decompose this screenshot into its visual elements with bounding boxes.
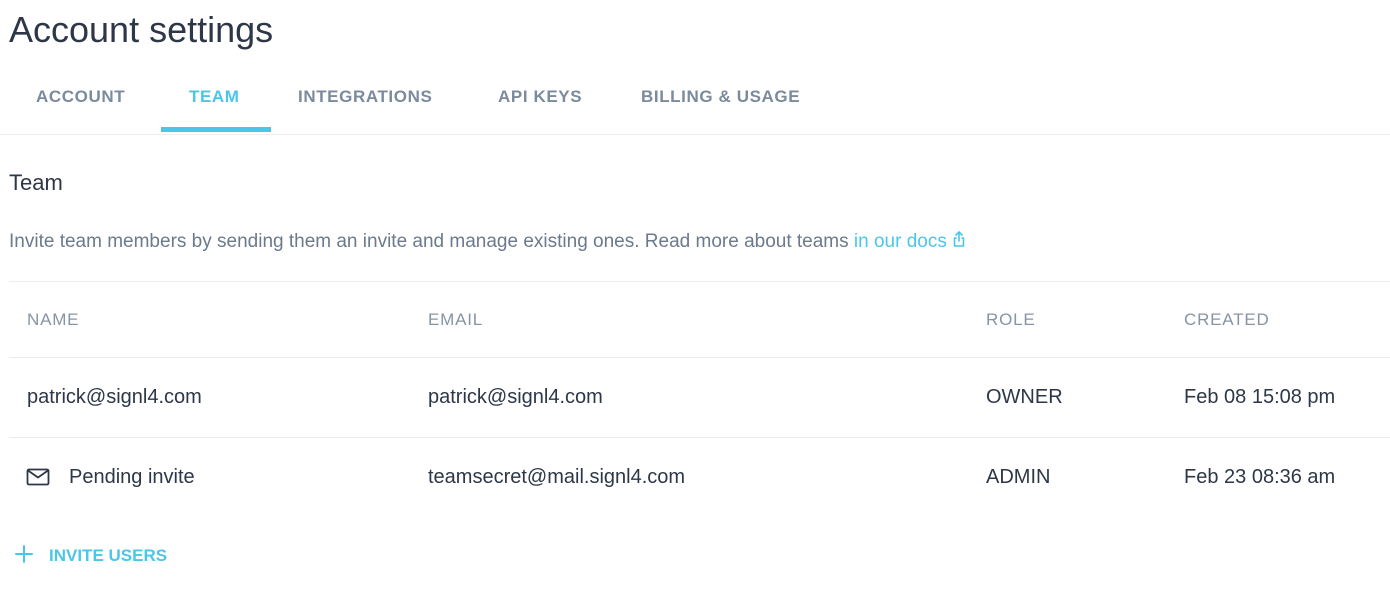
column-header-name[interactable]: NAME <box>27 310 79 330</box>
member-name: Pending invite <box>69 466 195 488</box>
member-email: teamsecret@mail.signl4.com <box>428 466 686 488</box>
table-divider <box>9 357 1390 358</box>
settings-tabs: ACCOUNT TEAM INTEGRATIONS API KEYS BILLI… <box>0 60 1390 135</box>
mail-icon <box>26 468 50 491</box>
member-role: ADMIN <box>986 466 1051 488</box>
tab-account[interactable]: ACCOUNT <box>36 60 125 134</box>
member-name: patrick@signl4.com <box>27 386 202 408</box>
table-divider <box>9 437 1390 438</box>
active-tab-indicator <box>161 127 271 132</box>
member-created: Feb 08 15:08 pm <box>1184 386 1336 408</box>
section-title: Team <box>9 170 63 195</box>
tab-billing-usage[interactable]: BILLING & USAGE <box>641 60 800 134</box>
plus-icon <box>14 544 34 569</box>
invite-users-label: INVITE USERS <box>49 546 168 565</box>
page-title: Account settings <box>9 9 274 50</box>
external-link-icon <box>951 230 967 254</box>
team-description: Invite team members by sending them an i… <box>9 230 967 254</box>
member-created: Feb 23 08:36 am <box>1184 466 1336 488</box>
description-text: Invite team members by sending them an i… <box>9 231 854 252</box>
tab-integrations[interactable]: INTEGRATIONS <box>298 60 432 134</box>
docs-link[interactable]: in our docs <box>854 231 967 252</box>
member-role: OWNER <box>986 386 1063 408</box>
invite-users-button[interactable]: INVITE USERS <box>14 542 167 570</box>
docs-link-label: in our docs <box>853 231 947 252</box>
divider <box>9 281 1390 282</box>
column-header-email[interactable]: EMAIL <box>428 310 483 330</box>
tab-api-keys[interactable]: API KEYS <box>498 60 582 134</box>
member-email: patrick@signl4.com <box>428 386 603 408</box>
tab-team[interactable]: TEAM <box>189 60 240 134</box>
column-header-role[interactable]: ROLE <box>986 310 1036 330</box>
column-header-created[interactable]: CREATED <box>1184 310 1270 330</box>
